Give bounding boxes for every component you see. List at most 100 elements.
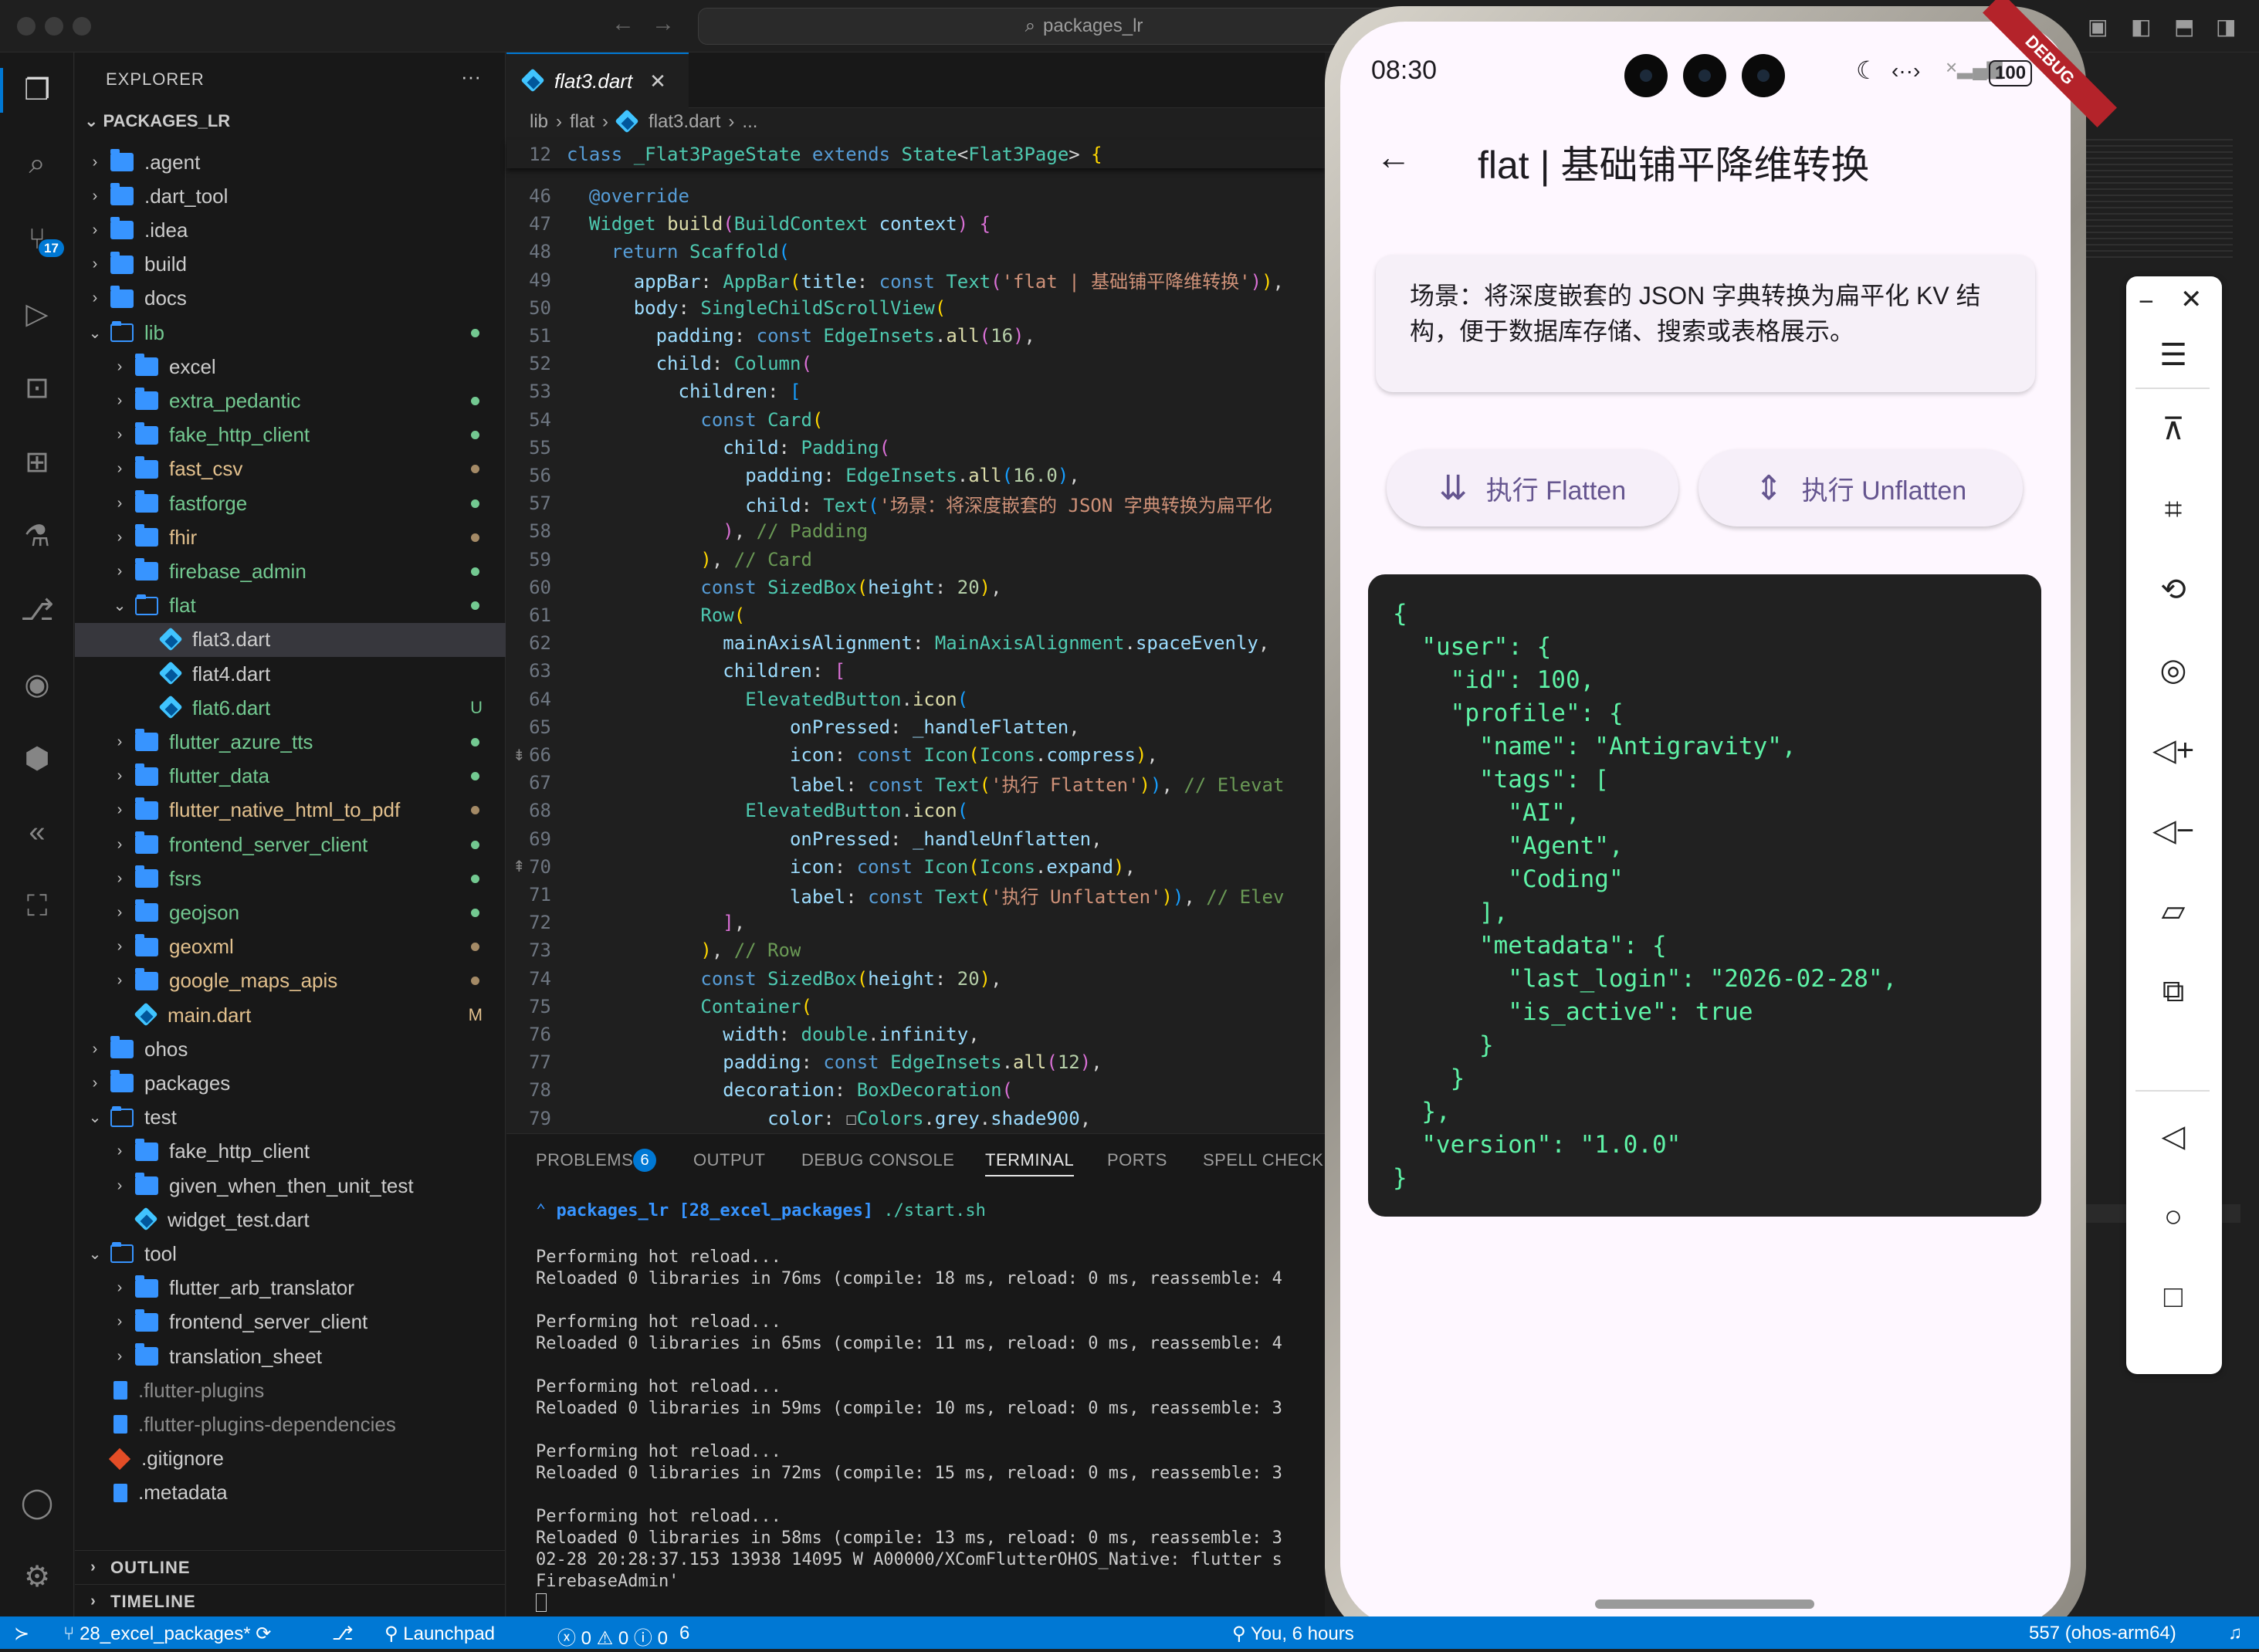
toggle-secondary-sidebar-icon[interactable]: ◨	[2216, 14, 2236, 39]
minimap[interactable]	[2086, 139, 2233, 262]
code-line[interactable]: 74 const SizedBox(height: 20),	[506, 965, 1325, 993]
fold-marker-icon[interactable]: ⇟	[513, 746, 526, 765]
file-item[interactable]: main.dart M	[75, 998, 506, 1032]
folder-item[interactable]: › docs	[75, 282, 506, 316]
folder-item[interactable]: › flutter_azure_tts	[75, 725, 506, 759]
code-line[interactable]: 50 body: SingleChildScrollView(	[506, 294, 1325, 322]
folder-item[interactable]: › fastforge	[75, 486, 506, 520]
code-line[interactable]: 47 Widget build(BuildContext context) {	[506, 210, 1325, 238]
code-line[interactable]: 66 icon: const Icon(Icons.compress),	[506, 741, 1325, 769]
home-indicator[interactable]	[1595, 1600, 1814, 1609]
scan-icon[interactable]: ⛶	[17, 886, 57, 926]
code-line[interactable]: 72 ],	[506, 909, 1325, 936]
more-actions-icon[interactable]: ···	[461, 65, 481, 89]
back-arrow-icon[interactable]: ←	[611, 11, 635, 37]
search-icon[interactable]: ⌕	[17, 144, 57, 184]
code-line[interactable]: 71 label: const Text('执行 Unflatten')), /…	[506, 881, 1325, 909]
code-line[interactable]: 51 padding: const EdgeInsets.all(16),	[506, 322, 1325, 350]
folder-item[interactable]: › build	[75, 248, 506, 282]
workspace-root[interactable]: ⌄ PACKAGES_LR	[84, 111, 230, 131]
folder-item[interactable]: ⌄ flat	[75, 589, 506, 623]
folder-item[interactable]: › frontend_server_client	[75, 828, 506, 862]
folder-item[interactable]: › flutter_arb_translator	[75, 1271, 506, 1305]
containers-icon[interactable]: ⬢	[17, 738, 57, 778]
breadcrumb[interactable]: lib › flat › flat3.dart ›...	[530, 111, 757, 133]
folder-item[interactable]: › given_when_then_unit_test	[75, 1169, 506, 1203]
file-item[interactable]: flat4.dart	[75, 657, 506, 691]
unflatten-button[interactable]: ⇕ 执行 Unflatten	[1698, 449, 2023, 526]
panel-tab-output[interactable]: OUTPUT	[693, 1150, 765, 1170]
code-line[interactable]: 79 color: ☐Colors.grey.shade900,	[506, 1105, 1325, 1132]
code-line[interactable]: 70 icon: const Icon(Icons.expand),	[506, 853, 1325, 881]
folder-item[interactable]: › firebase_admin	[75, 554, 506, 588]
folder-item[interactable]: › .idea	[75, 213, 506, 247]
section-timeline[interactable]: › TIMELINE	[75, 1584, 506, 1618]
folder-item[interactable]: › google_maps_apis	[75, 964, 506, 998]
folder-item[interactable]: › fake_http_client	[75, 418, 506, 452]
folder-item[interactable]: › .agent	[75, 145, 506, 179]
folder-item[interactable]: › fsrs	[75, 862, 506, 895]
breadcrumb-item[interactable]: ...	[742, 111, 757, 133]
volume-down-icon[interactable]: ◁−	[2146, 809, 2200, 852]
launchpad-item[interactable]: ⚲ Launchpad	[384, 1623, 495, 1645]
folder-item[interactable]: ⌄ lib	[75, 316, 506, 350]
minimize-icon[interactable]: −	[2139, 287, 2154, 317]
code-line[interactable]: 48 return Scaffold(	[506, 238, 1325, 266]
folder-item[interactable]: › geojson	[75, 895, 506, 929]
flatten-button[interactable]: ⇊ 执行 Flatten	[1387, 449, 1678, 526]
back-nav-icon[interactable]: ◁	[2146, 1115, 2200, 1158]
rotate-icon[interactable]: ⟲	[2146, 568, 2200, 611]
forward-arrow-icon[interactable]: →	[652, 11, 675, 37]
code-line[interactable]: 61 Row(	[506, 601, 1325, 629]
code-line[interactable]: 58 ), // Padding	[506, 517, 1325, 545]
account-icon[interactable]: ◯	[17, 1482, 57, 1522]
code-line[interactable]: 78 decoration: BoxDecoration(	[506, 1076, 1325, 1104]
back-arrow-icon[interactable]: ←	[1376, 136, 1411, 178]
remote-explorer-icon[interactable]: ⊡	[17, 367, 57, 408]
folder-item[interactable]: › fast_csv	[75, 452, 506, 486]
notifications-icon[interactable]: ♫	[2228, 1623, 2242, 1644]
folder-item[interactable]: › extra_pedantic	[75, 384, 506, 418]
folder-item[interactable]: › fake_http_client	[75, 1135, 506, 1169]
minimize-window-button[interactable]	[45, 17, 63, 36]
extensions-icon[interactable]: ⊞	[17, 442, 57, 482]
breadcrumb-item[interactable]: flat	[570, 111, 594, 133]
code-line[interactable]: 49 appBar: AppBar(title: const Text('fla…	[506, 266, 1325, 294]
folder-item[interactable]: › excel	[75, 350, 506, 384]
panel-tab-debug-console[interactable]: DEBUG CONSOLE	[801, 1150, 954, 1170]
code-line[interactable]: 68 ElevatedButton.icon(	[506, 797, 1325, 824]
code-line[interactable]: 60 const SizedBox(height: 20),	[506, 574, 1325, 601]
panel-tab-ports[interactable]: PORTS	[1107, 1150, 1167, 1170]
code-line[interactable]: 62 mainAxisAlignment: MainAxisAlignment.…	[506, 629, 1325, 657]
folder-item[interactable]: › flutter_data	[75, 760, 506, 794]
sticky-scroll-line[interactable]: 12 class _Flat3PageState extends State<Fl…	[506, 140, 1325, 168]
fold-marker-icon[interactable]: ⇞	[513, 857, 526, 876]
file-item[interactable]: .flutter-plugins	[75, 1373, 506, 1407]
folder-item[interactable]: › flutter_native_html_to_pdf	[75, 794, 506, 828]
close-tab-icon[interactable]: ✕	[649, 69, 666, 93]
panel-tab-problems[interactable]: PROBLEMS	[536, 1150, 633, 1170]
maximize-window-button[interactable]	[73, 17, 91, 36]
layout-icon[interactable]: ▣	[2088, 14, 2108, 39]
crop-icon[interactable]: ⌗	[2146, 488, 2200, 531]
pin-off-icon[interactable]: ⊼	[2146, 408, 2200, 451]
git-branch-item[interactable]: ⑂ 28_excel_packages* ⟳	[63, 1623, 271, 1645]
code-line[interactable]: 65 onPressed: _handleFlatten,	[506, 713, 1325, 741]
folder-item[interactable]: › ohos	[75, 1032, 506, 1066]
code-line[interactable]: 69 onPressed: _handleUnflatten,	[506, 825, 1325, 853]
code-line[interactable]: 54 const Card(	[506, 406, 1325, 434]
gitlens-icon[interactable]: ◉	[17, 664, 57, 704]
run-debug-icon[interactable]: ▷	[17, 293, 57, 333]
file-item[interactable]: .metadata	[75, 1476, 506, 1510]
folder-item[interactable]: ⌄ tool	[75, 1237, 506, 1271]
folder-item[interactable]: › geoxml	[75, 930, 506, 964]
code-line[interactable]: 67 label: const Text('执行 Flatten')), // …	[506, 769, 1325, 797]
code-line[interactable]: 63 children: [	[506, 657, 1325, 685]
file-item[interactable]: flat3.dart	[75, 622, 506, 657]
toggle-panel-icon[interactable]: ⬒	[2174, 14, 2194, 39]
folder-item[interactable]: › fhir	[75, 520, 506, 554]
code-line[interactable]: 73 ), // Row	[506, 936, 1325, 964]
folder-item[interactable]: › frontend_server_client	[75, 1305, 506, 1339]
file-item[interactable]: widget_test.dart	[75, 1203, 506, 1237]
folder-item[interactable]: ⌄ test	[75, 1101, 506, 1135]
